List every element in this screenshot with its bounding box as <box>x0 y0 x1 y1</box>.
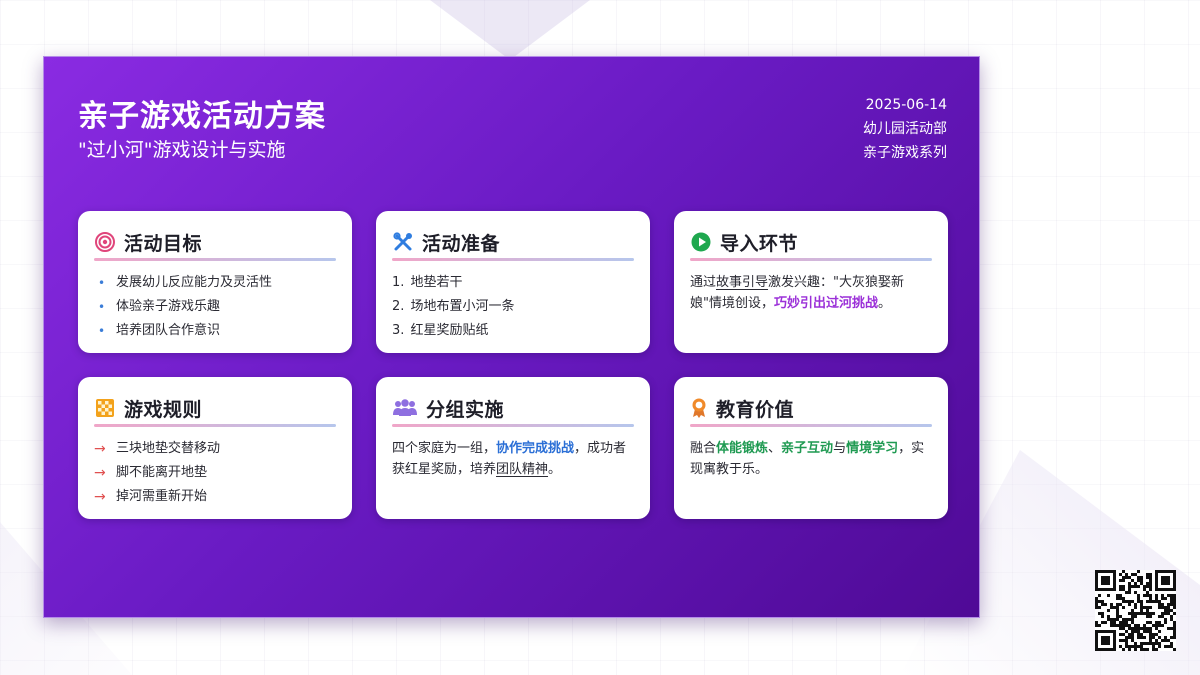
body-text: 。 <box>548 462 562 477</box>
department-label: 幼儿园活动部 <box>863 121 947 137</box>
body-text: 通过 <box>690 275 717 290</box>
background-triangle <box>430 0 590 60</box>
arrow-right-icon: → <box>94 441 106 457</box>
page-subtitle: "过小河"游戏设计与实施 <box>78 139 286 161</box>
card-divider <box>94 424 336 427</box>
date-label: 2025-06-14 <box>865 97 947 113</box>
body-text: 、 <box>768 441 782 456</box>
list-item: • 体验亲子游戏乐趣 <box>94 295 336 319</box>
card-groups: 分组实施 四个家庭为一组，协作完成挑战，成功者获红星奖励，培养团队精神。 <box>376 377 650 519</box>
body-text: 融合 <box>690 441 717 456</box>
card-header: 活动目标 <box>94 229 336 255</box>
tools-icon <box>392 231 414 253</box>
list-item: • 发展幼儿反应能力及灵活性 <box>94 271 336 295</box>
list-item: 2. 场地布置小河一条 <box>392 295 634 319</box>
list-item-text: 三块地垫交替移动 <box>116 441 221 456</box>
card-rules: 游戏规则 → 三块地垫交替移动 → 脚不能离开地垫 → 掉河需重新开始 <box>78 377 352 519</box>
underlined-text: 团队精神 <box>496 462 549 477</box>
list-item: → 掉河需重新开始 <box>94 485 336 509</box>
slide-panel: 亲子游戏活动方案 "过小河"游戏设计与实施 2025-06-14 幼儿园活动部 … <box>43 56 980 618</box>
list-item-text: 掉河需重新开始 <box>116 489 208 504</box>
goals-list: • 发展幼儿反应能力及灵活性 • 体验亲子游戏乐趣 • 培养团队合作意识 <box>94 271 336 343</box>
card-body: 四个家庭为一组，协作完成挑战，成功者获红星奖励，培养团队精神。 <box>392 438 634 480</box>
card-body: 1. 地垫若干 2. 场地布置小河一条 3. 红星奖励贴纸 <box>392 271 634 343</box>
list-item: • 培养团队合作意识 <box>94 319 336 343</box>
list-item: 3. 红星奖励贴纸 <box>392 319 634 343</box>
list-number: 1. <box>392 275 405 290</box>
medal-icon <box>690 397 708 419</box>
bullet-icon: • <box>98 276 106 290</box>
list-item-text: 培养团队合作意识 <box>116 323 221 338</box>
list-item-text: 体验亲子游戏乐趣 <box>116 299 221 314</box>
rules-list: → 三块地垫交替移动 → 脚不能离开地垫 → 掉河需重新开始 <box>94 437 336 509</box>
card-divider <box>690 424 932 427</box>
card-title: 导入环节 <box>720 232 799 255</box>
list-item-text: 地垫若干 <box>410 275 463 290</box>
meta-info: 2025-06-14 幼儿园活动部 亲子游戏系列 <box>863 93 947 165</box>
card-title: 活动目标 <box>124 232 203 255</box>
list-item-text: 红星奖励贴纸 <box>410 323 489 338</box>
arrow-right-icon: → <box>94 465 106 481</box>
group-icon <box>392 397 418 419</box>
play-icon <box>690 231 712 253</box>
card-body: • 发展幼儿反应能力及灵活性 • 体验亲子游戏乐趣 • 培养团队合作意识 <box>94 271 336 343</box>
card-header: 分组实施 <box>392 395 634 421</box>
card-title: 游戏规则 <box>124 398 203 421</box>
card-body: → 三块地垫交替移动 → 脚不能离开地垫 → 掉河需重新开始 <box>94 437 336 509</box>
page-title: 亲子游戏活动方案 <box>78 99 326 134</box>
card-goals: 活动目标 • 发展幼儿反应能力及灵活性 • 体验亲子游戏乐趣 • 培养团队合作意识 <box>78 211 352 353</box>
card-title: 分组实施 <box>426 398 505 421</box>
card-body: 融合体能锻炼、亲子互动与情境学习，实现寓教于乐。 <box>690 438 932 480</box>
card-header: 活动准备 <box>392 229 634 255</box>
card-introduction: 导入环节 通过故事引导激发兴趣："大灰狼娶新娘"情境创设，巧妙引出过河挑战。 <box>674 211 948 353</box>
card-education-value: 教育价值 融合体能锻炼、亲子互动与情境学习，实现寓教于乐。 <box>674 377 948 519</box>
list-item-text: 脚不能离开地垫 <box>116 465 208 480</box>
card-title: 活动准备 <box>422 232 501 255</box>
highlight-text: 协作完成挑战 <box>496 441 575 456</box>
card-divider <box>392 424 634 427</box>
list-item-text: 发展幼儿反应能力及灵活性 <box>116 275 273 290</box>
card-header: 教育价值 <box>690 395 932 421</box>
arrow-right-icon: → <box>94 489 106 505</box>
highlight-text: 亲子互动 <box>781 441 834 456</box>
list-number: 3. <box>392 323 405 338</box>
card-title: 教育价值 <box>716 398 795 421</box>
list-item: 1. 地垫若干 <box>392 271 634 295</box>
list-item: → 脚不能离开地垫 <box>94 461 336 485</box>
checker-icon <box>94 397 116 419</box>
highlight-text: 巧妙引出过河挑战 <box>773 296 878 311</box>
card-divider <box>392 258 634 261</box>
card-body: 通过故事引导激发兴趣："大灰狼娶新娘"情境创设，巧妙引出过河挑战。 <box>690 272 932 314</box>
list-item: → 三块地垫交替移动 <box>94 437 336 461</box>
preparation-list: 1. 地垫若干 2. 场地布置小河一条 3. 红星奖励贴纸 <box>392 271 634 343</box>
card-preparation: 活动准备 1. 地垫若干 2. 场地布置小河一条 3. 红星奖励贴纸 <box>376 211 650 353</box>
underlined-text: 故事引导 <box>716 275 769 290</box>
card-divider <box>94 258 336 261</box>
highlight-text: 情境学习 <box>846 441 899 456</box>
body-text: 四个家庭为一组， <box>392 441 497 456</box>
bullet-icon: • <box>98 300 106 314</box>
card-header: 游戏规则 <box>94 395 336 421</box>
list-item-text: 场地布置小河一条 <box>410 299 515 314</box>
list-number: 2. <box>392 299 405 314</box>
body-text: 与 <box>833 441 847 456</box>
highlight-text: 体能锻炼 <box>716 441 769 456</box>
card-header: 导入环节 <box>690 229 932 255</box>
card-divider <box>690 258 932 261</box>
bullet-icon: • <box>98 324 106 338</box>
qr-code-icon <box>1095 570 1176 651</box>
series-label: 亲子游戏系列 <box>863 145 947 161</box>
target-icon <box>94 231 116 253</box>
body-text: 。 <box>878 296 892 311</box>
